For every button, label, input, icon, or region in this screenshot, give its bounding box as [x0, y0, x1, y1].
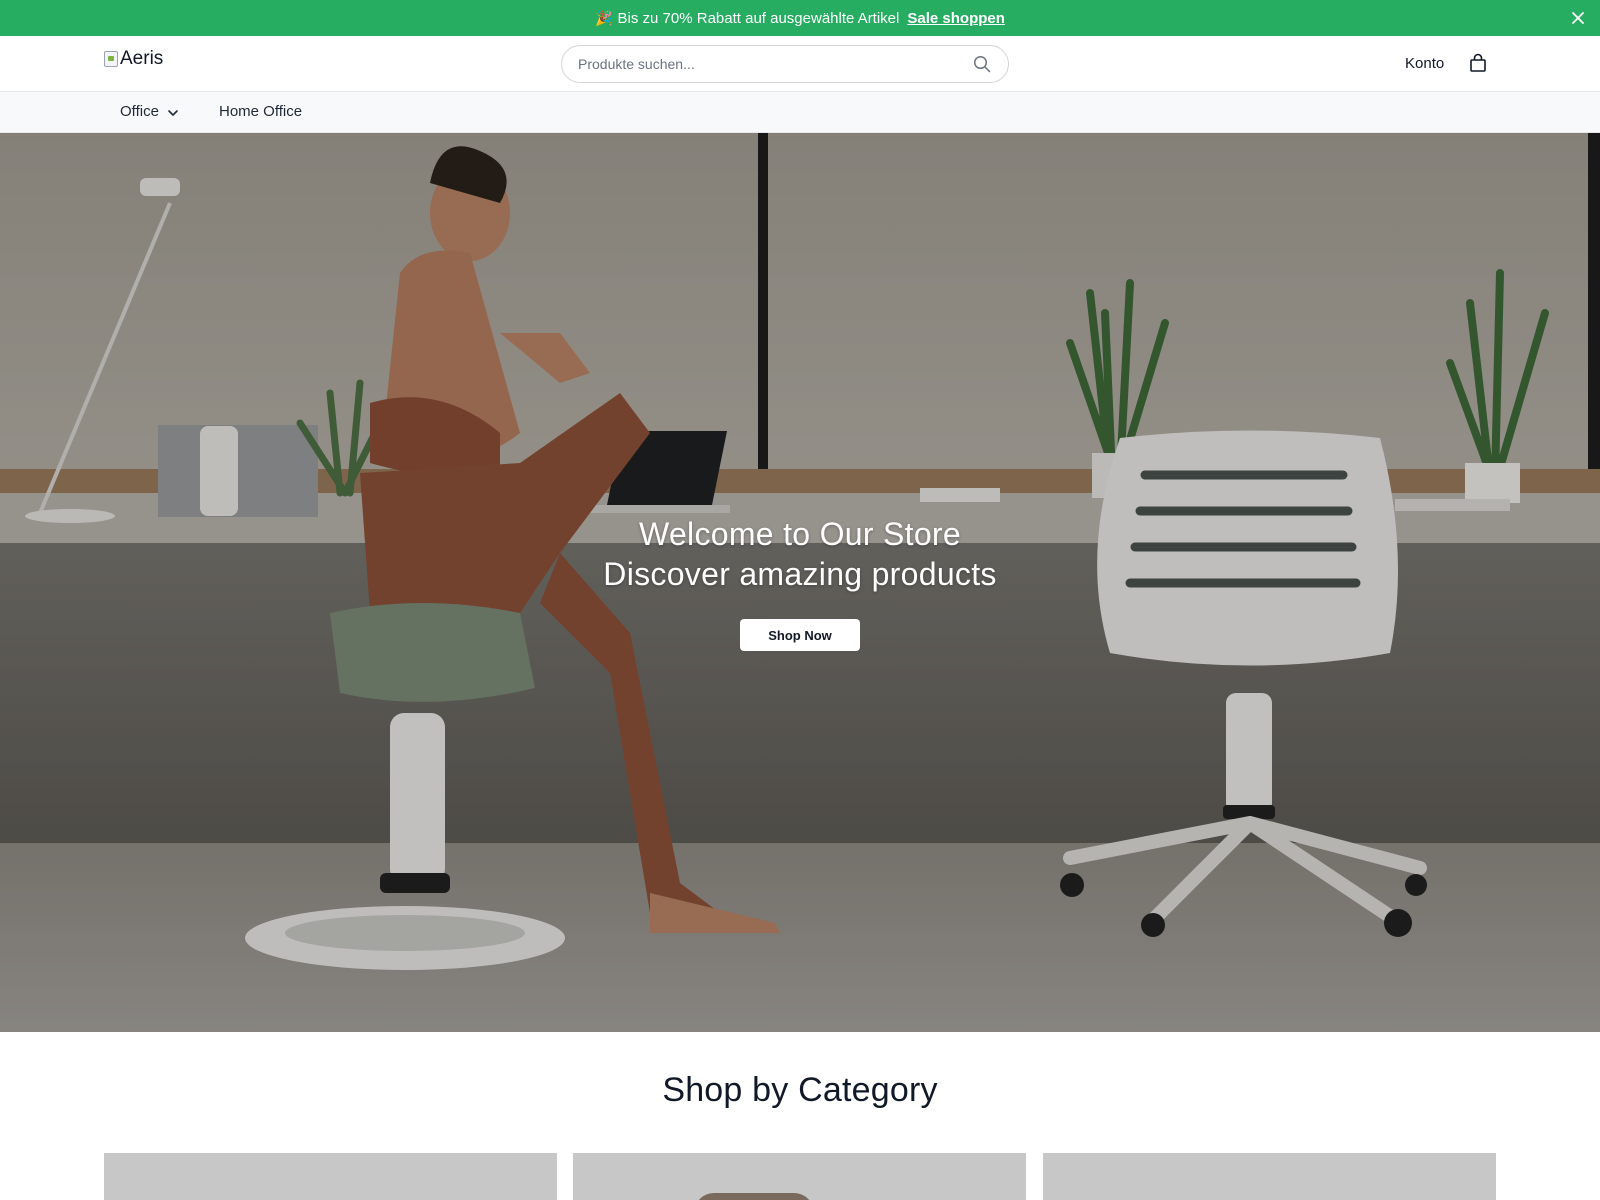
category-image	[694, 1193, 814, 1200]
party-popper-icon: 🎉	[595, 9, 613, 26]
hero-banner: Welcome to Our Store Discover amazing pr…	[0, 133, 1600, 1032]
site-header: Aeris Konto	[0, 36, 1600, 92]
announcement-bar: 🎉 Bis zu 70% Rabatt auf ausgewählte Arti…	[0, 0, 1600, 36]
chevron-down-icon	[167, 106, 179, 118]
category-card[interactable]	[573, 1153, 1026, 1200]
close-icon[interactable]	[1568, 8, 1588, 28]
announcement-text: Bis zu 70% Rabatt auf ausgewählte Artike…	[617, 9, 900, 27]
category-card[interactable]	[104, 1153, 557, 1200]
nav-item-label: Home Office	[219, 103, 303, 120]
sale-link[interactable]: Sale shoppen	[907, 10, 1005, 27]
main-nav: Office Home Office	[0, 92, 1600, 133]
search-bar	[561, 45, 1009, 83]
section-title: Shop by Category	[662, 1071, 938, 1109]
category-card[interactable]	[1043, 1153, 1496, 1200]
shop-now-button[interactable]: Shop Now	[740, 619, 860, 651]
nav-item-home-office[interactable]: Home Office	[219, 103, 302, 120]
account-link[interactable]: Konto	[1405, 55, 1444, 72]
logo-alt-text: Aeris	[120, 48, 164, 69]
broken-image-icon	[104, 51, 118, 67]
hero-subtitle: Discover amazing products	[603, 556, 997, 592]
hero-title: Welcome to Our Store	[639, 516, 961, 552]
nav-item-office[interactable]: Office	[120, 103, 179, 120]
category-grid	[104, 1153, 1496, 1200]
search-input[interactable]	[578, 56, 972, 72]
nav-item-label: Office	[120, 103, 159, 120]
hero-heading: Welcome to Our Store Discover amazing pr…	[0, 514, 1600, 594]
search-icon[interactable]	[972, 54, 992, 74]
shopping-bag-icon[interactable]	[1467, 52, 1489, 74]
logo[interactable]: Aeris	[104, 47, 163, 71]
